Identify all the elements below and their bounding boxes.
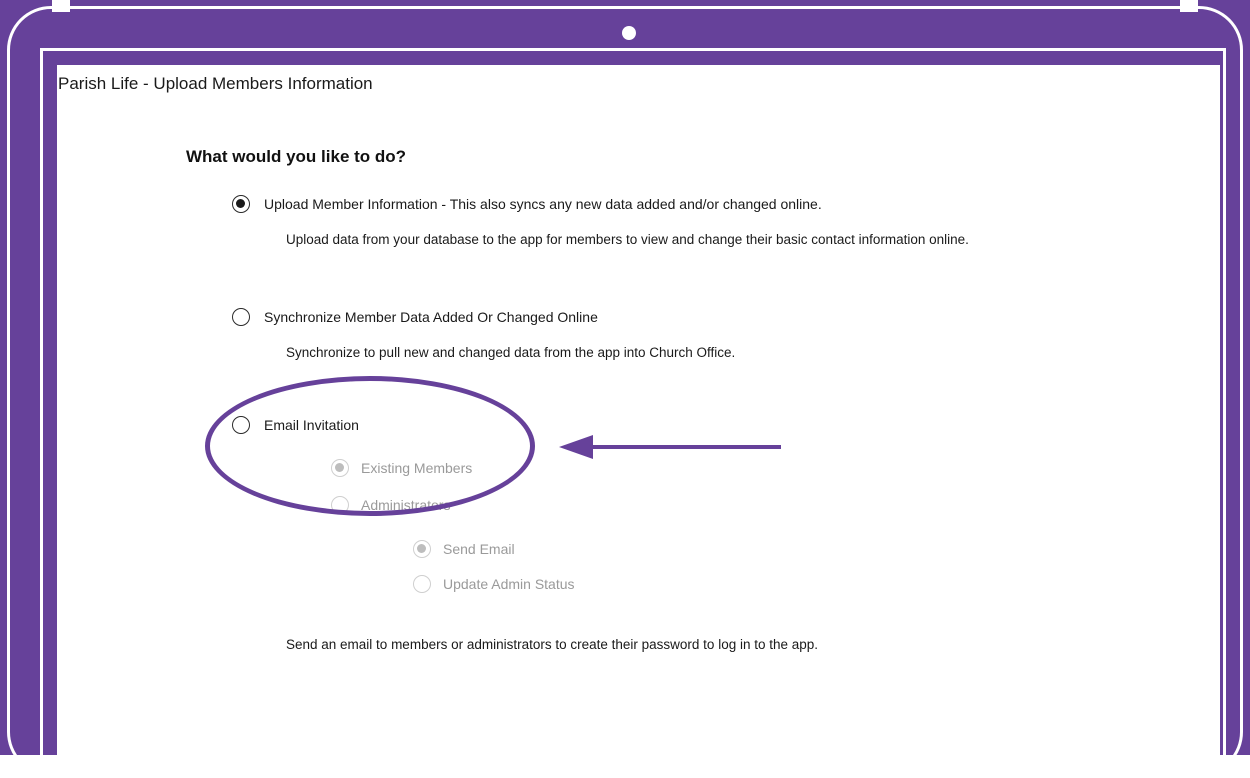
highlight-ellipse bbox=[205, 376, 535, 516]
window-title: Parish Life - Upload Members Information bbox=[58, 74, 373, 93]
page-heading: What would you like to do? bbox=[186, 147, 407, 166]
camera-dot-icon bbox=[622, 26, 636, 40]
synchronize-member-data-label[interactable]: Synchronize Member Data Added Or Changed… bbox=[264, 309, 598, 325]
arrow-left-icon bbox=[559, 435, 781, 459]
app-window: Parish Life - Upload Members Information… bbox=[57, 65, 1220, 765]
update-admin-status-label[interactable]: Update Admin Status bbox=[443, 576, 575, 592]
email-invitation-description: Send an email to members or administrato… bbox=[286, 637, 819, 652]
send-email-radio[interactable] bbox=[413, 540, 431, 558]
synchronize-member-data-radio[interactable] bbox=[232, 308, 250, 326]
synchronize-member-data-description: Synchronize to pull new and changed data… bbox=[286, 345, 736, 360]
administrators-label[interactable]: Administrators bbox=[361, 497, 450, 513]
tablet-frame: Parish Life - Upload Members Information… bbox=[0, 0, 1250, 778]
send-email-label[interactable]: Send Email bbox=[443, 541, 515, 557]
upload-member-info-description: Upload data from your database to the ap… bbox=[286, 232, 969, 247]
email-invitation-radio[interactable] bbox=[232, 416, 250, 434]
administrators-radio[interactable] bbox=[331, 496, 349, 514]
upload-member-info-label[interactable]: Upload Member Information - This also sy… bbox=[264, 196, 822, 212]
upload-member-info-radio[interactable] bbox=[232, 195, 250, 213]
update-admin-status-radio[interactable] bbox=[413, 575, 431, 593]
existing-members-radio[interactable] bbox=[331, 459, 349, 477]
existing-members-label[interactable]: Existing Members bbox=[361, 460, 472, 476]
email-invitation-label[interactable]: Email Invitation bbox=[264, 417, 359, 433]
